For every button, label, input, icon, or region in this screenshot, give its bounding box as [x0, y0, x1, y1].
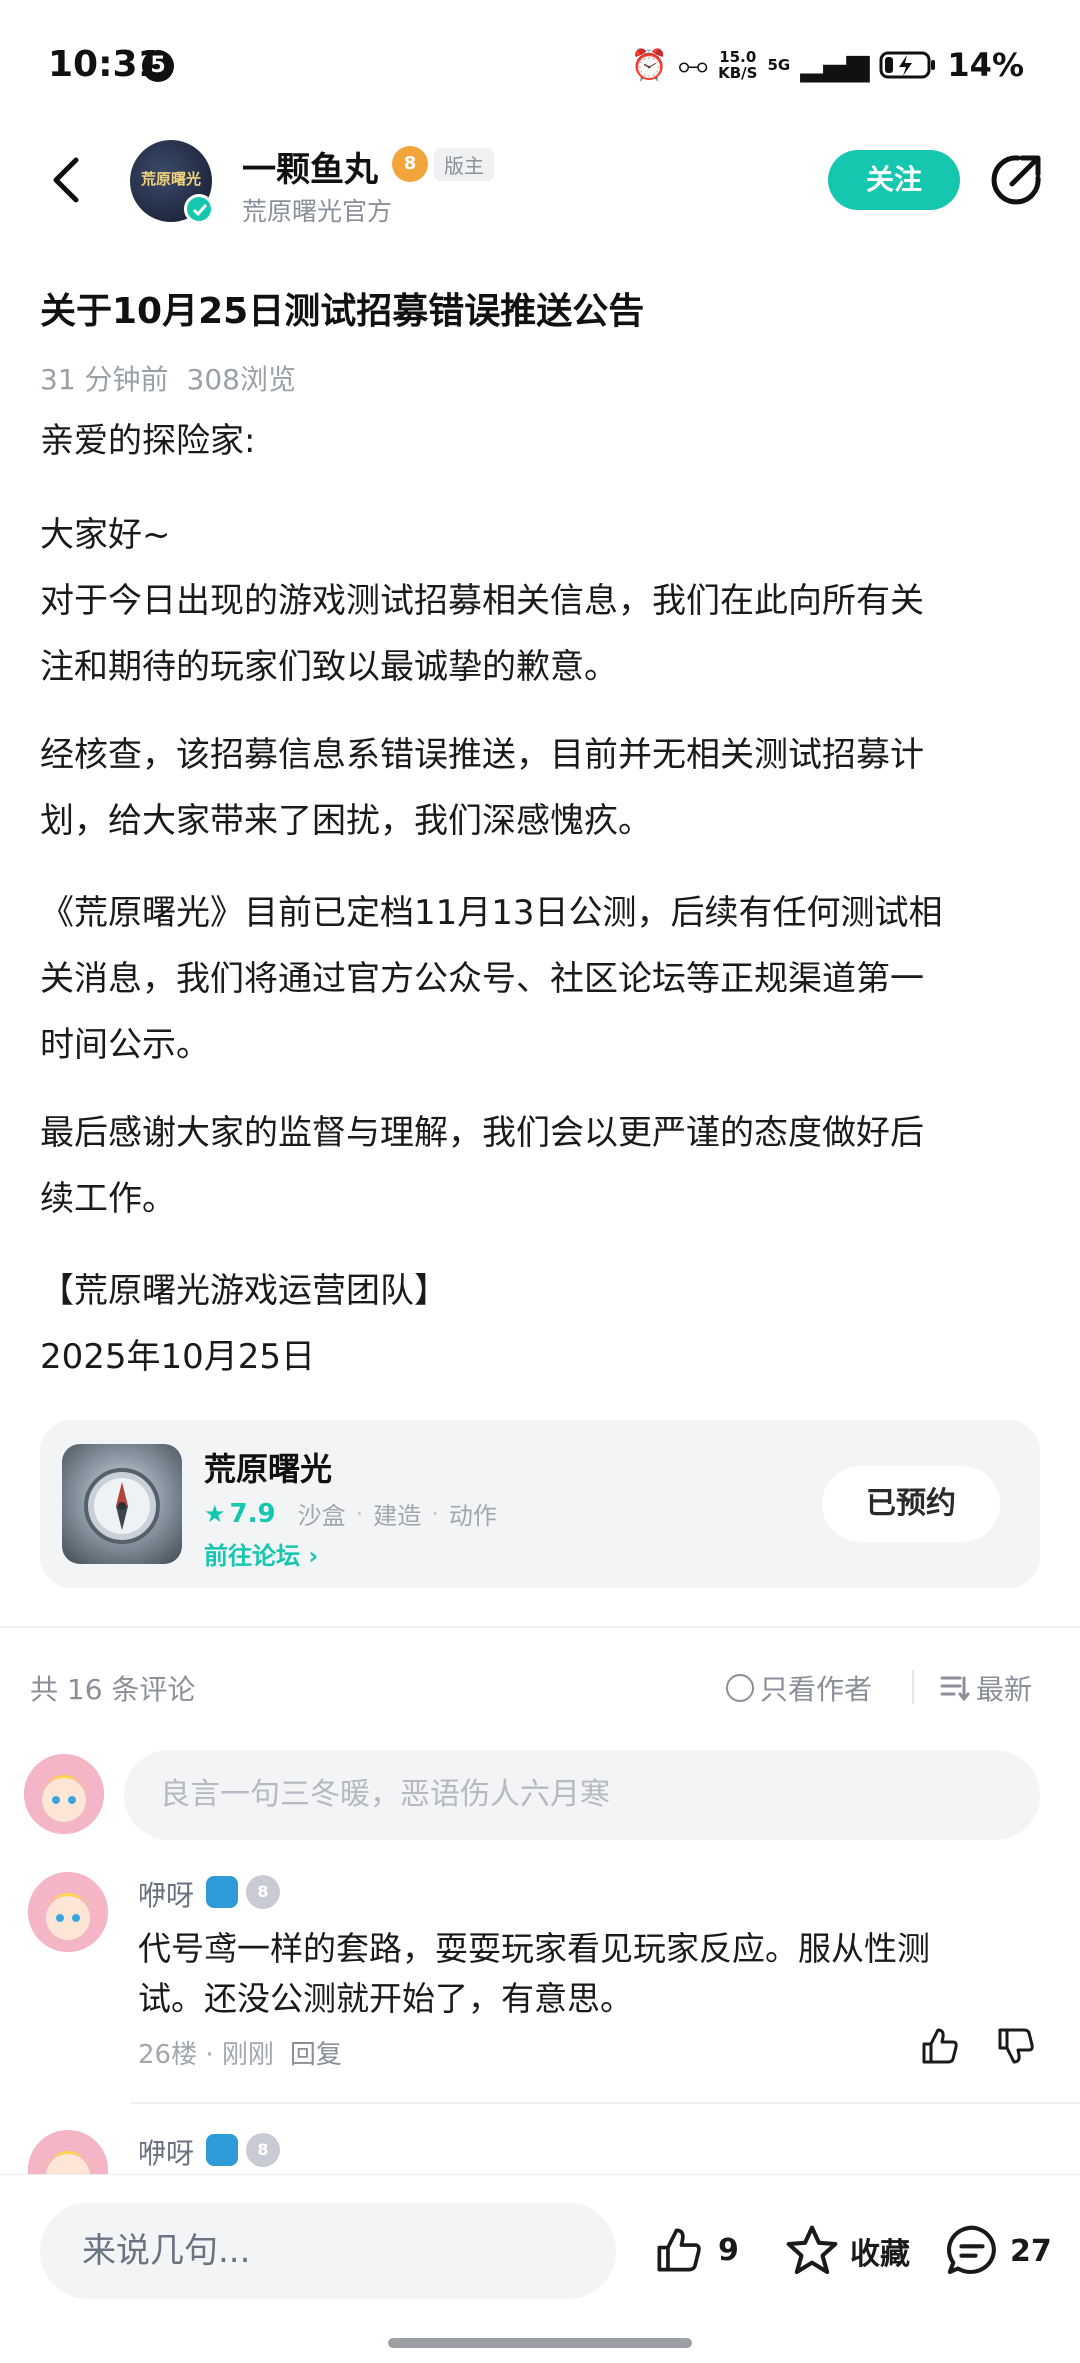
signature: 【荒原曙光游戏运营团队】 2025年10月25日	[40, 1271, 448, 1377]
comment-button[interactable]: 27	[944, 2223, 1052, 2279]
compass-icon	[84, 1468, 160, 1544]
network-speed: 15.0 KB/S	[718, 48, 758, 82]
share-icon[interactable]	[988, 152, 1044, 208]
comment-count: 27	[1010, 2233, 1052, 2269]
section-divider	[0, 1626, 1080, 1628]
reserved-button[interactable]: 已预约	[822, 1466, 1000, 1542]
paragraph-1: 大家好~ 对于今日出现的游戏测试招募相关信息，我们在此向所有关 注和期待的玩家们…	[40, 515, 924, 687]
signal-icon: ▂▄▆	[800, 47, 870, 83]
comment-text: 代号鸢一样的套路，耍耍玩家看见玩家反应。服从性测 试。还没公测就开始了，有意思。	[138, 1929, 930, 2018]
forum-link[interactable]: 前往论坛 ›	[204, 1536, 318, 1571]
star-icon: ★	[204, 1499, 226, 1528]
verified-icon	[184, 194, 214, 224]
article-title: 关于10月25日测试招募错误推送公告	[40, 291, 645, 332]
like-button[interactable]: 9	[652, 2223, 739, 2277]
game-tag: 建造	[373, 1502, 422, 1530]
vibrate-icon: ⧟	[678, 47, 709, 83]
sort-icon	[940, 1676, 970, 1702]
comments-count: 共 16 条评论	[30, 1673, 196, 1706]
author-only-toggle[interactable]: 只看作者	[726, 1668, 872, 1708]
back-icon[interactable]	[40, 152, 96, 208]
alarm-icon: ⏰	[630, 47, 669, 83]
author-name[interactable]: 一颗鱼丸	[242, 142, 378, 191]
medal-icon	[206, 2134, 238, 2166]
chevron-right-icon: ›	[308, 1542, 319, 1570]
sort-button[interactable]: 最新	[940, 1668, 1032, 1708]
comment-username[interactable]: 咿呀	[138, 2132, 194, 2172]
network-type: 5G	[767, 56, 791, 74]
game-icon	[62, 1444, 182, 1564]
level-badge: 8	[246, 1875, 280, 1909]
article-meta: 31 分钟前 308浏览	[40, 358, 296, 398]
comment-input[interactable]: 良言一句三冬暖，恶语伤人六月寒	[124, 1750, 1040, 1840]
notification-badge: 5	[142, 50, 174, 82]
game-name: 荒原曙光	[204, 1450, 333, 1488]
comment-divider	[130, 2102, 1080, 2104]
thumbs-down-icon[interactable]	[994, 2024, 1038, 2068]
reply-input[interactable]: 来说几句...	[40, 2203, 616, 2299]
comment-floor: 26楼 · 刚刚	[138, 2040, 274, 2070]
medal-icon	[206, 1876, 238, 1908]
my-avatar	[24, 1754, 104, 1834]
comment-avatar[interactable]	[28, 1872, 108, 1952]
game-rating: 7.9	[229, 1498, 276, 1529]
game-tag: 沙盒	[297, 1502, 346, 1530]
level-badge: 8	[246, 2133, 280, 2167]
battery-percent: 14%	[947, 46, 1024, 84]
author-subtitle: 荒原曙光官方	[242, 197, 393, 226]
favorite-label: 收藏	[850, 2237, 910, 2272]
paragraph-4: 最后感谢大家的监督与理解，我们会以更严谨的态度做好后 续工作。	[40, 1113, 924, 1219]
comment-username[interactable]: 咿呀	[138, 1874, 194, 1914]
battery-icon	[879, 51, 936, 79]
reply-button[interactable]: 回复	[290, 2040, 342, 2070]
bottom-action-bar: 来说几句... 9 收藏 27	[0, 2174, 1080, 2363]
game-card[interactable]: 荒原曙光 ★ 7.9 沙盒 · 建造 · 动作 前往论坛 › 已预约	[40, 1420, 1040, 1588]
game-rating-row: ★ 7.9 沙盒 · 建造 · 动作	[204, 1496, 497, 1531]
paragraph-2: 经核查，该招募信息系错误推送，目前并无相关测试招募计 划，给大家带来了困扰，我们…	[40, 735, 924, 841]
radio-icon	[726, 1674, 754, 1702]
thumbs-up-icon	[657, 2228, 701, 2272]
status-icons: ⏰ ⧟ 15.0 KB/S 5G ▂▄▆ 14%	[631, 46, 1024, 84]
greeting: 亲爱的探险家:	[40, 421, 256, 461]
status-bar: 10:31 5 ⏰ ⧟ 15.0 KB/S 5G ▂▄▆ 14%	[0, 0, 1080, 120]
view-count: 308浏览	[186, 363, 296, 396]
like-count: 9	[718, 2232, 739, 2268]
post-header: 荒原曙光 一颗鱼丸 8 版主 荒原曙光官方 关注	[0, 130, 1080, 250]
follow-button[interactable]: 关注	[828, 150, 960, 210]
thumbs-up-icon[interactable]	[918, 2024, 962, 2068]
star-outline-icon	[786, 2225, 838, 2275]
level-badge: 8	[392, 146, 428, 182]
moderator-tag: 版主	[434, 148, 494, 181]
post-time: 31 分钟前	[40, 363, 169, 396]
home-indicator[interactable]	[388, 2338, 692, 2348]
paragraph-3: 《荒原曙光》目前已定档11月13日公测，后续有任何测试相 关消息，我们将通过官方…	[40, 893, 943, 1065]
favorite-button[interactable]: 收藏	[784, 2223, 910, 2279]
comment-bubble-icon	[947, 2225, 996, 2275]
game-tag: 动作	[448, 1502, 497, 1530]
avatar-logo-text: 荒原曙光	[140, 170, 201, 188]
comment-meta: 26楼 · 刚刚 回复	[138, 2034, 342, 2071]
